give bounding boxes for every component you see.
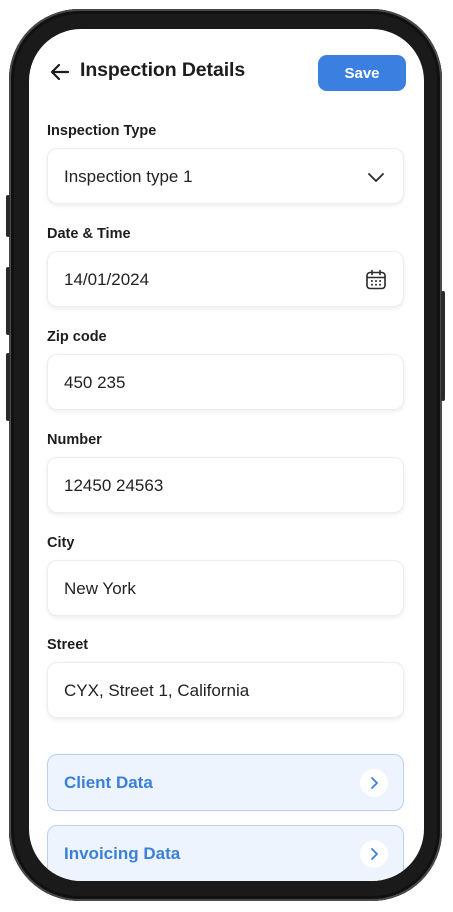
back-button[interactable] [47,59,73,85]
mute-switch [6,195,10,237]
client-data-label: Client Data [64,773,153,792]
invoicing-data-label: Invoicing Data [64,844,181,863]
app-header: Inspection Details Save [29,53,424,93]
page-title: Inspection Details [80,59,246,81]
date-time-field[interactable]: 14/01/2024 [47,251,404,307]
street-field[interactable]: CYX, Street 1, California [47,662,404,718]
number-label: Number [47,432,102,448]
app-screen: Inspection Details Save Inspection Type … [29,29,424,881]
inspection-type-select[interactable]: Inspection type 1 [47,148,404,204]
zip-code-label: Zip code [47,329,107,345]
street-label: Street [47,637,89,653]
chevron-down-icon [364,165,388,189]
number-field[interactable]: 12450 24563 [47,457,404,513]
chevron-right-icon [360,769,388,797]
zip-code-field[interactable]: 450 235 [47,354,404,410]
invoicing-data-section[interactable]: Invoicing Data [47,825,404,881]
city-field[interactable]: New York [47,560,404,616]
chevron-right-icon [360,840,388,868]
zip-code-value: 450 235 [64,373,126,392]
date-time-label: Date & Time [47,226,131,242]
street-value: CYX, Street 1, California [64,681,250,700]
calendar-icon[interactable] [364,268,388,292]
volume-down-button [6,353,10,421]
power-button [441,291,445,401]
inspection-type-label: Inspection Type [47,123,157,139]
arrow-left-icon [50,63,70,81]
save-button[interactable]: Save [318,55,406,91]
inspection-type-value: Inspection type 1 [64,167,193,186]
volume-up-button [6,267,10,335]
city-label: City [47,535,75,551]
city-value: New York [64,579,136,598]
client-data-section[interactable]: Client Data [47,754,404,811]
date-time-value: 14/01/2024 [64,270,150,289]
number-value: 12450 24563 [64,476,164,495]
